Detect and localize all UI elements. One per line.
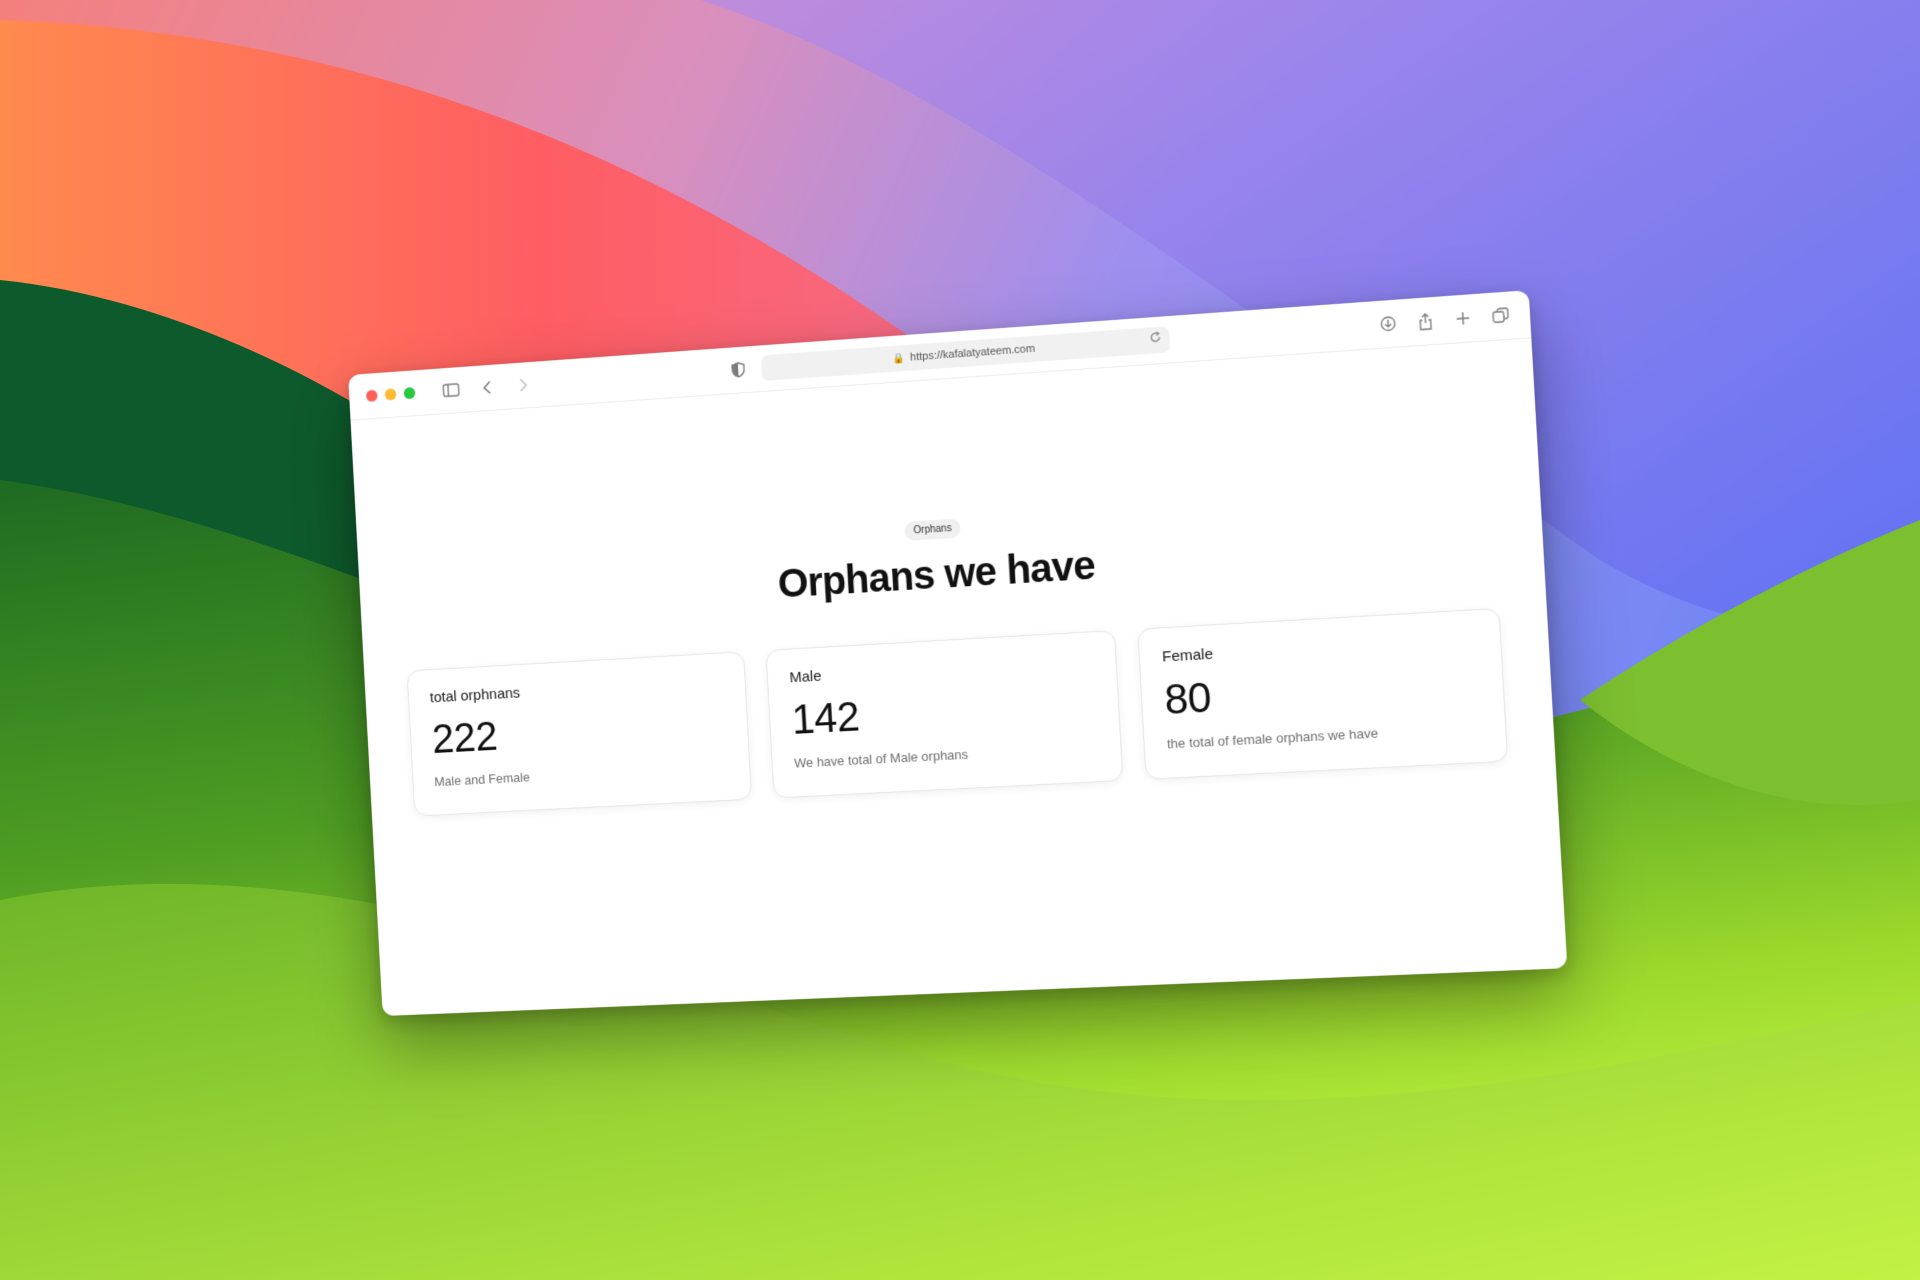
zoom-window-button[interactable] (403, 386, 416, 400)
tab-overview-icon[interactable] (1487, 303, 1514, 329)
stat-card-value: 142 (790, 692, 861, 743)
back-icon[interactable] (475, 375, 499, 400)
browser-window: 🔒 https://kafalatyateem.com Orphans Orph… (348, 290, 1568, 1017)
stat-card-description: the total of female orphans we have (1166, 725, 1379, 752)
shield-icon[interactable] (726, 357, 751, 382)
stat-card-total: total orphnans 222 Male and Female (406, 651, 753, 817)
close-window-button[interactable] (365, 389, 378, 403)
lock-icon: 🔒 (892, 352, 906, 365)
url-text: https://kafalatyateem.com (909, 342, 1036, 364)
section-badge: Orphans (904, 518, 962, 541)
stats-cards: total orphnans 222 Male and Female Male … (364, 605, 1555, 818)
stat-card-male: Male 142 We have total of Male orphans (765, 629, 1124, 799)
new-tab-icon[interactable] (1450, 305, 1476, 331)
reload-icon[interactable] (1149, 331, 1162, 347)
forward-icon[interactable] (511, 373, 535, 398)
share-icon[interactable] (1412, 308, 1438, 334)
minimize-window-button[interactable] (384, 388, 397, 401)
page-content: Orphans Orphans we have total orphnans 2… (351, 338, 1568, 1016)
stat-card-value: 222 (430, 712, 499, 762)
window-controls (365, 386, 416, 403)
stat-card-value: 80 (1163, 673, 1213, 724)
stat-card-description: Male and Female (433, 769, 531, 790)
stat-card-description: We have total of Male orphans (793, 746, 969, 771)
sidebar-icon[interactable] (439, 378, 463, 403)
stat-card-female: Female 80 the total of female orphans we… (1137, 607, 1509, 780)
download-icon[interactable] (1375, 311, 1401, 337)
